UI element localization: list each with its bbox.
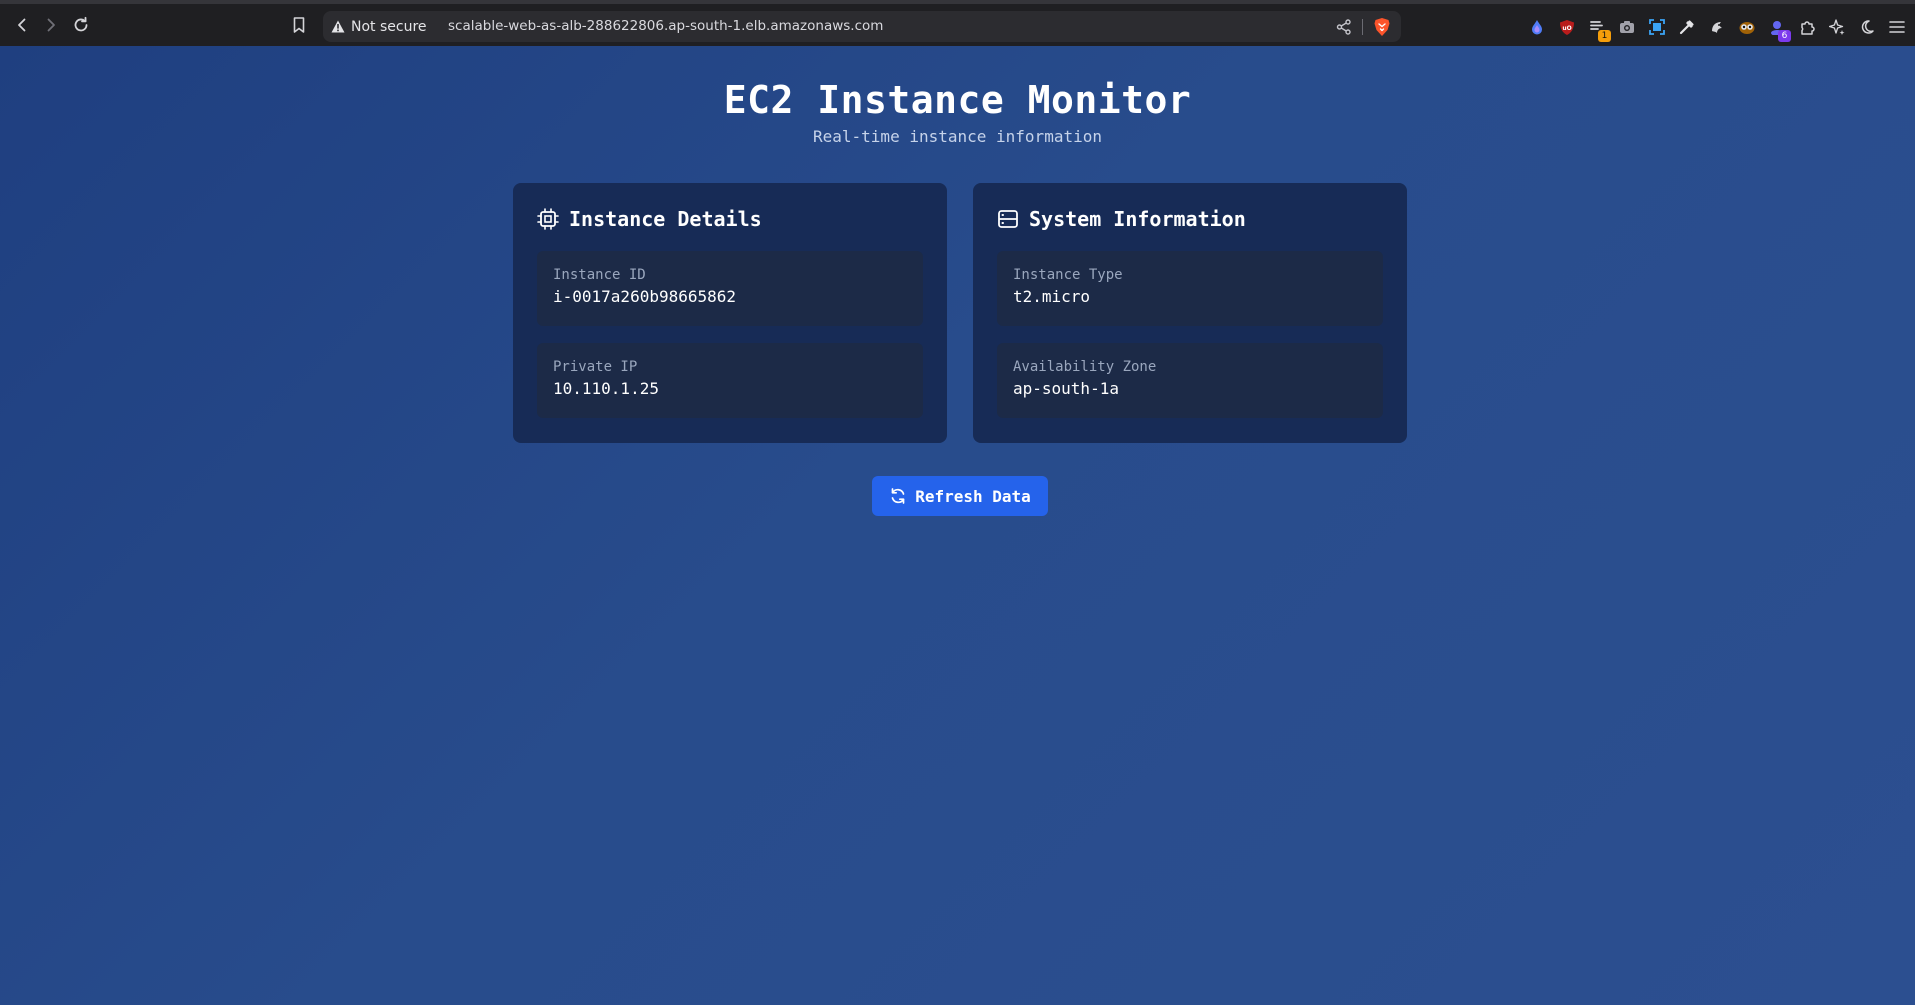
page-body: EC2 Instance Monitor Real-time instance … (0, 46, 1915, 1005)
omnibox-divider (1362, 19, 1363, 35)
bookmark-icon (293, 17, 305, 33)
instance-details-card: Instance Details Instance ID i-0017a260b… (513, 183, 947, 443)
menu-icon[interactable] (1887, 17, 1907, 37)
private-ip-value: 10.110.1.25 (553, 379, 659, 398)
instance-id-value: i-0017a260b98665862 (553, 287, 737, 306)
svg-text:uO: uO (1562, 25, 1571, 32)
ublock-icon[interactable]: uO (1557, 17, 1577, 37)
private-ip-field: Private IP 10.110.1.25 (537, 343, 923, 418)
card-title: Instance Details (569, 207, 762, 231)
cpu-icon (537, 208, 559, 230)
drop-extension-icon[interactable] (1527, 17, 1547, 37)
user-extension-icon[interactable]: 6 (1767, 17, 1791, 42)
browser-toolbar: Not secure scalable-web-as-alb-288622806… (0, 0, 1915, 46)
availability-zone-field: Availability Zone ap-south-1a (997, 343, 1383, 418)
extension-badge: 1 (1598, 30, 1611, 42)
warning-icon (331, 20, 345, 33)
instance-type-value: t2.micro (1013, 287, 1091, 306)
card-header: Instance Details (537, 207, 762, 231)
field-label: Availability Zone (1013, 359, 1157, 375)
availability-zone-value: ap-south-1a (1013, 379, 1119, 398)
field-label: Instance Type (1013, 267, 1123, 283)
eyedropper-icon[interactable] (1677, 17, 1697, 37)
refresh-data-button[interactable]: Refresh Data (872, 476, 1048, 516)
refresh-button-label: Refresh Data (915, 486, 1031, 506)
owl-extension-icon[interactable] (1737, 17, 1757, 37)
server-icon (998, 210, 1018, 228)
refresh-icon (891, 488, 905, 504)
camera-icon[interactable] (1617, 17, 1637, 37)
field-label: Instance ID (553, 267, 646, 283)
back-arrow-icon (18, 18, 26, 32)
brave-shields-icon[interactable] (1373, 17, 1391, 37)
screen-capture-icon[interactable] (1647, 17, 1667, 37)
address-bar[interactable]: Not secure scalable-web-as-alb-288622806… (323, 11, 1401, 42)
instance-id-field: Instance ID i-0017a260b98665862 (537, 251, 923, 326)
puzzle-icon[interactable] (1797, 17, 1817, 37)
back-button[interactable] (11, 14, 33, 36)
raccoon-extension-icon[interactable] (1707, 17, 1727, 37)
bookmark-button[interactable] (288, 14, 310, 36)
moon-icon[interactable] (1857, 17, 1877, 37)
instance-type-field: Instance Type t2.micro (997, 251, 1383, 326)
security-indicator[interactable]: Not secure (331, 11, 427, 42)
field-label: Private IP (553, 359, 638, 375)
system-information-card: System Information Instance Type t2.micr… (973, 183, 1407, 443)
page-subtitle: Real-time instance information (813, 127, 1102, 146)
page-title: EC2 Instance Monitor (723, 78, 1192, 122)
card-header: System Information (997, 207, 1246, 231)
wrench-extension-icon[interactable]: 1 (1587, 17, 1611, 42)
security-label: Not secure (351, 18, 427, 35)
reload-button[interactable] (70, 14, 92, 36)
card-title: System Information (1029, 207, 1246, 231)
sparkle-icon[interactable] (1827, 17, 1847, 37)
url-text[interactable]: scalable-web-as-alb-288622806.ap-south-1… (448, 11, 883, 42)
extension-badge: 6 (1778, 30, 1791, 42)
share-icon[interactable] (1335, 18, 1353, 36)
forward-button[interactable] (40, 14, 62, 36)
reload-icon (74, 16, 88, 32)
forward-arrow-icon (47, 18, 55, 32)
